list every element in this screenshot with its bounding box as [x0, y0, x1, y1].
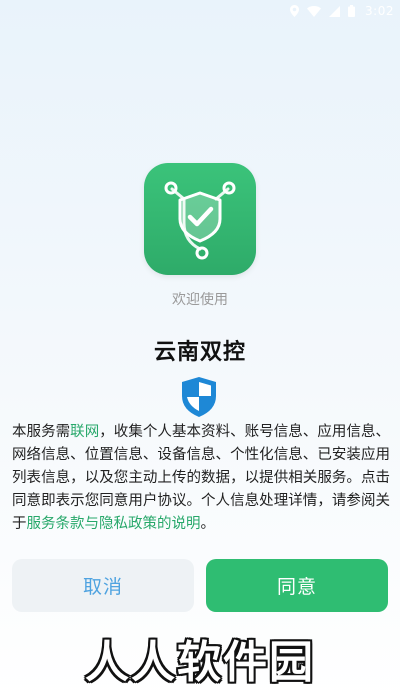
- app-logo: [144, 163, 256, 275]
- watermark-text: 人人软件园: [85, 637, 315, 688]
- network-link[interactable]: 联网: [70, 424, 99, 440]
- battery-icon: [348, 5, 356, 17]
- privacy-notice: 本服务需联网，收集个人基本资料、账号信息、应用信息、网络信息、位置信息、设备信息…: [12, 421, 390, 536]
- app-name: 云南双控: [153, 340, 246, 365]
- shield-check-icon: [164, 181, 236, 260]
- status-bar: 3:02: [0, 0, 400, 22]
- status-time: 3:02: [365, 4, 394, 18]
- wifi-icon: [307, 5, 322, 17]
- terms-privacy-link[interactable]: 服务条款与隐私政策的说明: [27, 516, 201, 532]
- welcome-text: 欢迎使用: [172, 292, 228, 308]
- signal-icon: [329, 5, 341, 17]
- notice-text-1: 本服务需: [12, 424, 71, 440]
- security-shield-icon: [180, 376, 218, 418]
- cancel-button[interactable]: 取消: [12, 559, 194, 612]
- agree-button[interactable]: 同意: [206, 559, 388, 612]
- notice-text-3: 。: [200, 516, 216, 532]
- location-icon: [290, 5, 300, 17]
